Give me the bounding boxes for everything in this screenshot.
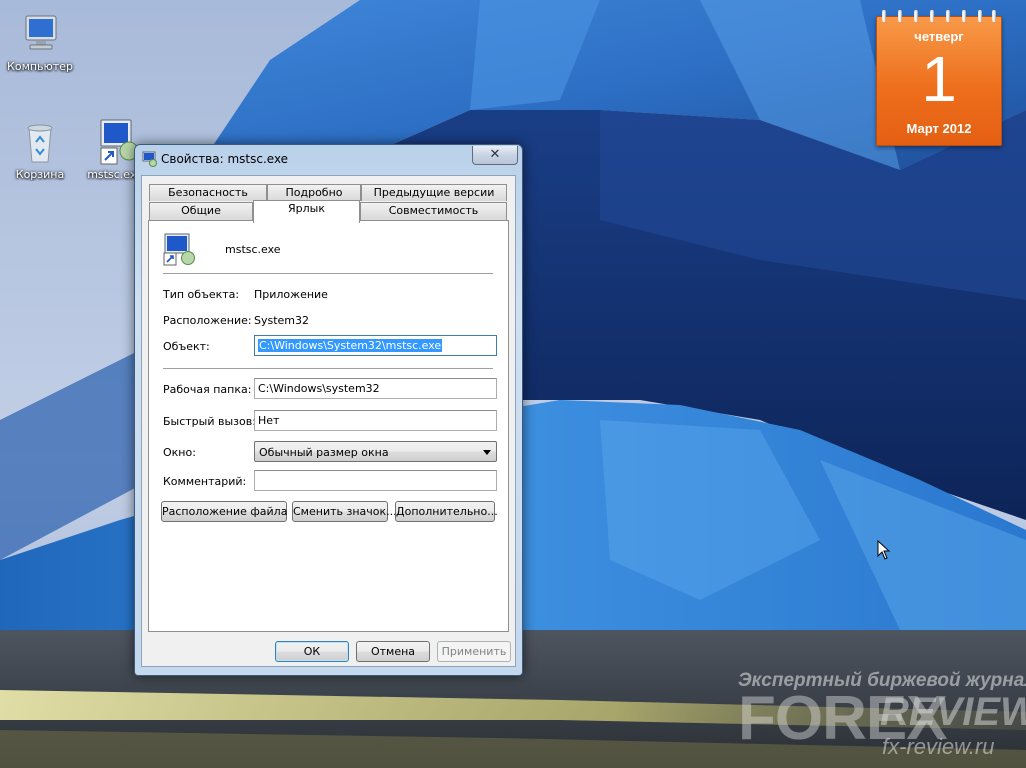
- recycle-bin-icon: [16, 118, 64, 166]
- start-in-label: Рабочая папка:: [163, 383, 252, 396]
- hotkey-label: Быстрый вызов:: [163, 415, 256, 428]
- calendar-ring: [962, 10, 966, 22]
- comment-input[interactable]: [254, 470, 497, 491]
- calendar-page: четверг 1 Март 2012: [876, 16, 1002, 146]
- run-label: Окно:: [163, 446, 196, 459]
- separator: [163, 368, 493, 370]
- target-input[interactable]: C:\Windows\System32\mstsc.exe: [254, 335, 497, 356]
- tab-details[interactable]: Подробно: [267, 184, 361, 201]
- computer-icon: [16, 10, 64, 58]
- close-button[interactable]: ✕: [472, 146, 518, 165]
- calendar-ring: [946, 10, 950, 22]
- calendar-day-number: 1: [921, 43, 957, 115]
- target-label: Объект:: [163, 340, 210, 353]
- dialog-title: Свойства: mstsc.exe: [161, 152, 289, 166]
- watermark-url: fx-review.ru: [882, 734, 995, 759]
- hotkey-input[interactable]: Нет: [254, 410, 497, 431]
- hotkey-value: Нет: [258, 414, 280, 427]
- target-type-value: Приложение: [254, 288, 328, 301]
- calendar-ring: [898, 10, 902, 22]
- dialog-client-area: Безопасность Подробно Предыдущие версии …: [141, 175, 516, 667]
- calendar-ring: [978, 10, 982, 22]
- desktop-icon-computer[interactable]: Компьютер: [5, 10, 75, 73]
- change-icon-button[interactable]: Сменить значок...: [292, 501, 397, 522]
- shortcut-tab-panel: mstsc.exe Тип объекта: Приложение Распол…: [148, 220, 509, 632]
- calendar-ring: [914, 10, 918, 22]
- tab-security[interactable]: Безопасность: [149, 184, 267, 201]
- advanced-button[interactable]: Дополнительно...: [395, 501, 498, 522]
- run-select[interactable]: Обычный размер окна: [254, 441, 497, 462]
- separator: [163, 273, 493, 275]
- desktop-icon-label: Корзина: [15, 168, 65, 181]
- close-icon: ✕: [489, 147, 501, 162]
- target-input-value: C:\Windows\System32\mstsc.exe: [258, 339, 443, 352]
- chevron-down-icon: [483, 450, 491, 455]
- target-type-label: Тип объекта:: [163, 288, 240, 301]
- apply-button[interactable]: Применить: [437, 641, 511, 662]
- dialog-titlebar[interactable]: Свойства: mstsc.exe ✕: [135, 145, 522, 171]
- open-file-location-button[interactable]: Расположение файла: [161, 501, 287, 522]
- calendar-gadget[interactable]: четверг 1 Март 2012: [876, 10, 1002, 146]
- start-in-input[interactable]: C:\Windows\system32: [254, 378, 497, 399]
- calendar-weekday: четверг: [914, 29, 964, 44]
- tab-previous-versions[interactable]: Предыдущие версии: [361, 184, 507, 201]
- calendar-ring: [882, 10, 886, 22]
- watermark-brand-review: REVIEW: [880, 690, 1026, 734]
- comment-label: Комментарий:: [163, 475, 247, 488]
- target-location-label: Расположение:: [163, 314, 252, 327]
- calendar-ring: [992, 10, 996, 22]
- tab-general[interactable]: Общие: [149, 202, 253, 220]
- mouse-cursor-icon: [877, 540, 891, 560]
- properties-dialog: Свойства: mstsc.exe ✕ Безопасность Подро…: [134, 144, 523, 676]
- desktop-icon-label: Компьютер: [7, 60, 73, 73]
- tab-shortcut[interactable]: Ярлык: [253, 200, 360, 223]
- tab-compatibility[interactable]: Совместимость: [360, 202, 507, 220]
- shortcut-file-name: mstsc.exe: [225, 243, 281, 256]
- calendar-ring: [930, 10, 934, 22]
- run-select-value: Обычный размер окна: [259, 446, 389, 459]
- ok-button[interactable]: ОК: [275, 641, 349, 662]
- cancel-button[interactable]: Отмена: [356, 641, 430, 662]
- calendar-month-year: Март 2012: [906, 121, 972, 136]
- start-in-value: C:\Windows\system32: [258, 382, 380, 395]
- remote-desktop-icon: [141, 151, 157, 167]
- shortcut-file-icon: [162, 233, 196, 267]
- remote-desktop-shortcut-icon: [91, 118, 139, 166]
- desktop-icon-recycle-bin[interactable]: Корзина: [5, 118, 75, 181]
- target-location-value: System32: [254, 314, 310, 327]
